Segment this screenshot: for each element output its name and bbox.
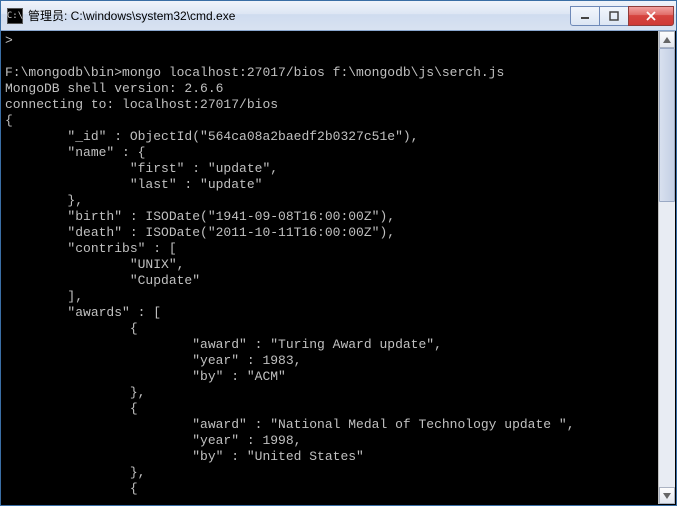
vertical-scrollbar[interactable] xyxy=(658,31,675,504)
cmd-window: C:\ 管理员: C:\windows\system32\cmd.exe > F… xyxy=(0,0,677,506)
window-title: 管理员: C:\windows\system32\cmd.exe xyxy=(28,7,570,24)
scroll-down-button[interactable] xyxy=(659,487,675,504)
close-button[interactable] xyxy=(628,6,674,26)
maximize-button[interactable] xyxy=(599,6,629,26)
scroll-up-button[interactable] xyxy=(659,31,675,48)
window-controls xyxy=(570,6,674,26)
minimize-button[interactable] xyxy=(570,6,600,26)
terminal-output[interactable]: > F:\mongodb\bin>mongo localhost:27017/b… xyxy=(1,31,676,505)
scroll-track[interactable] xyxy=(659,48,675,487)
titlebar[interactable]: C:\ 管理员: C:\windows\system32\cmd.exe xyxy=(1,1,676,31)
cmd-icon: C:\ xyxy=(7,8,23,24)
scroll-thumb[interactable] xyxy=(659,48,675,202)
